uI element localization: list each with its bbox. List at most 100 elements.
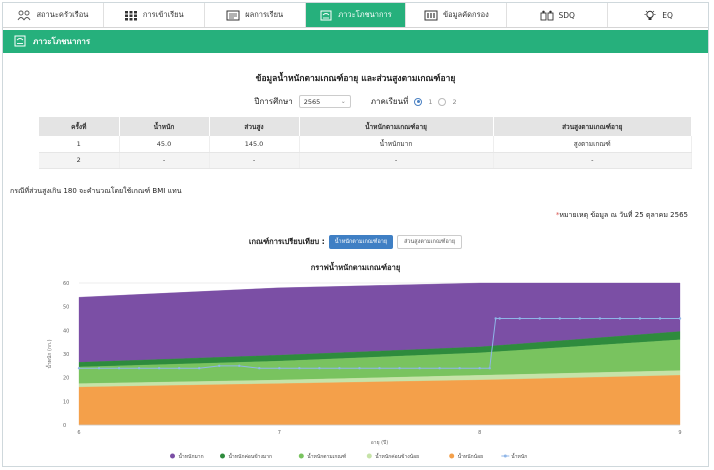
nutrition-icon	[319, 10, 333, 21]
y-tick-label: 0	[63, 423, 66, 429]
tab-nutrition[interactable]: ภาวะโภชนาการ	[305, 3, 407, 27]
column-header: น้ำหนัก	[119, 117, 210, 136]
weight-point	[558, 317, 561, 320]
y-tick-label: 60	[63, 281, 69, 287]
term-radio-2[interactable]	[438, 97, 447, 106]
tab-attendance[interactable]: การเข้าเรียน	[104, 3, 205, 27]
weight-point	[498, 317, 501, 320]
top-tab-bar: สถานะครัวเรือน การเข้าเรียน ผลการเรียน ภ…	[3, 3, 708, 28]
term-option-1: 1	[428, 97, 433, 106]
weight-point	[658, 317, 662, 320]
tab-label: EQ	[662, 10, 673, 20]
legend-label: น้ำหนัก	[511, 451, 527, 460]
tab-eq[interactable]: EQ	[608, 3, 708, 27]
comparison-label: เกณฑ์การเปรียบเทียบ :	[248, 237, 325, 246]
column-header: ส่วนสูง	[209, 117, 300, 136]
weight-point	[494, 317, 497, 320]
section-title: ภาวะโภชนาการ	[33, 37, 91, 46]
legend-item: น้ำหนักน้อย	[449, 451, 483, 460]
legend-item: น้ำหนักมาก	[170, 451, 204, 460]
x-tick-label: 7	[278, 430, 281, 436]
nutrition-table: ครั้งที่ น้ำหนัก ส่วนสูง น้ำหนักตามเกณฑ์…	[39, 117, 692, 169]
data-date-remark: *หมายเหตุ ข้อมูล ณ วันที่ 25 ตุลาคม 2565	[556, 210, 688, 221]
tab-grades[interactable]: ผลการเรียน	[205, 3, 306, 27]
weight-point	[258, 367, 261, 370]
table-cell: -	[493, 152, 692, 169]
legend-item: น้ำหนักค่อนข้างมาก	[220, 451, 272, 460]
tab-label: การเข้าเรียน	[142, 10, 184, 19]
section-header: ภาวะโภชนาการ	[3, 30, 708, 53]
weight-for-age-button[interactable]: น้ำหนักตามเกณฑ์อายุ	[328, 235, 394, 249]
weight-point	[177, 367, 181, 370]
weight-point	[358, 367, 361, 370]
legend-swatch	[503, 454, 507, 458]
tab-label: ภาวะโภชนาการ	[338, 10, 392, 19]
legend-swatch	[366, 453, 372, 459]
tab-label: SDQ	[558, 10, 575, 20]
table-cell: 1	[39, 136, 120, 153]
term-label: ภาคเรียนที่	[370, 97, 409, 106]
tab-label: ข้อมูลคัดกรอง	[442, 10, 489, 19]
bmi-note: กรณีที่ส่วนสูงเกิน 180 จะคำนวณโดยใช้เกณฑ…	[10, 187, 182, 195]
tab-household-status[interactable]: สถานะครัวเรือน	[3, 3, 104, 27]
weight-point	[157, 367, 161, 370]
tab-label: สถานะครัวเรือน	[36, 10, 89, 19]
page-heading: ข้อมูลน้ำหนักตามเกณฑ์อายุ และส่วนสูงตามเ…	[255, 74, 456, 84]
table-cell: สูงตามเกณฑ์	[493, 136, 692, 153]
sdq-people-icon	[540, 10, 554, 21]
weight-point	[238, 364, 241, 368]
weight-point	[618, 317, 622, 320]
y-tick-label: 20	[63, 376, 69, 382]
legend-swatch	[298, 453, 304, 459]
year-value: 2565	[303, 97, 321, 106]
height-for-age-button[interactable]: ส่วนสูงตามเกณฑ์อายุ	[397, 235, 463, 249]
legend-item: น้ำหนัก	[501, 451, 527, 460]
term-radio-1[interactable]	[414, 97, 423, 106]
column-header: ส่วนสูงตามเกณฑ์อายุ	[493, 117, 692, 136]
legend-swatch	[220, 453, 225, 459]
column-header: ครั้งที่	[39, 117, 120, 136]
year-label: ปีการศึกษา	[254, 97, 293, 106]
nutrition-icon	[13, 35, 27, 49]
legend-item: น้ำหนักตามเกณฑ์	[298, 451, 346, 460]
weight-point	[458, 367, 461, 370]
legend-item: น้ำหนักค่อนข้างน้อย	[366, 451, 419, 460]
y-tick-label: 30	[63, 352, 69, 358]
weight-point	[97, 367, 101, 370]
y-axis-label: น้ำหนัก (กก.)	[44, 339, 53, 368]
table-row: 2 - - - -	[39, 152, 692, 169]
weight-point	[218, 364, 221, 368]
weight-point	[678, 317, 682, 320]
y-tick-label: 40	[63, 328, 69, 334]
legend-swatch	[449, 453, 455, 459]
x-tick-label: 6	[77, 430, 80, 436]
tab-screening[interactable]: ข้อมูลคัดกรอง	[406, 3, 508, 27]
nutrition-page: สถานะครัวเรือน การเข้าเรียน ผลการเรียน ภ…	[2, 2, 709, 467]
legend-label: น้ำหนักค่อนข้างน้อย	[375, 451, 419, 460]
table-cell: -	[299, 152, 494, 169]
table-cell: -	[119, 152, 210, 169]
table-cell: น้ำหนักมาก	[299, 136, 494, 153]
table-cell: -	[209, 152, 300, 169]
y-tick-label: 50	[63, 305, 69, 311]
year-select[interactable]: 2565 ⌄	[298, 95, 351, 108]
report-icon	[226, 10, 240, 21]
legend-swatch	[170, 453, 175, 459]
table-cell: 45.0	[119, 136, 210, 153]
legend-label: น้ำหนักตามเกณฑ์	[307, 451, 346, 460]
weight-point	[77, 367, 81, 370]
weight-point	[398, 367, 401, 370]
x-axis-label: อายุ (ปี)	[371, 439, 388, 446]
comparison-toggle: เกณฑ์การเปรียบเทียบ : น้ำหนักตามเกณฑ์อาย…	[3, 235, 708, 249]
screening-icon	[424, 10, 438, 21]
weight-point	[478, 367, 481, 370]
weight-point	[117, 367, 121, 370]
attendance-grid-icon	[124, 10, 138, 21]
x-tick-label: 9	[678, 430, 681, 436]
weight-point	[278, 367, 281, 370]
weight-point	[438, 367, 441, 370]
x-tick-label: 8	[478, 430, 481, 436]
weight-point	[298, 367, 301, 370]
tab-label: ผลการเรียน	[245, 10, 284, 19]
tab-sdq[interactable]: SDQ	[507, 3, 609, 27]
